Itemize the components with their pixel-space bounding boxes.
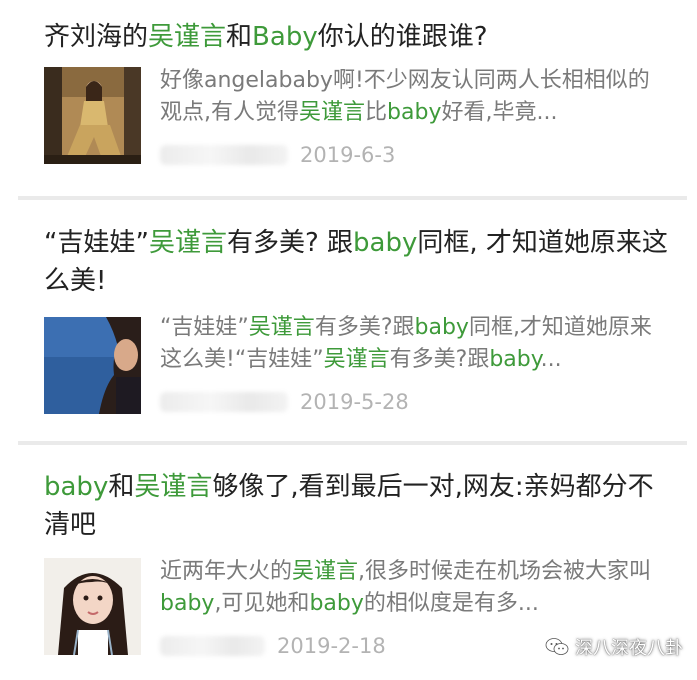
text-segment: 有多美? 跟 <box>226 228 354 258</box>
article-thumbnail[interactable] <box>44 558 141 655</box>
keyword-highlight: baby <box>160 591 215 616</box>
man-portrait-photo-icon <box>44 317 141 414</box>
article-meta: 2019-2-18 <box>160 632 386 660</box>
article-thumbnail[interactable] <box>44 67 141 164</box>
text-segment: 比 <box>365 100 388 125</box>
article-meta: 2019-6-3 <box>160 141 395 169</box>
keyword-highlight: 吴谨言 <box>323 347 390 372</box>
keyword-highlight: baby <box>414 315 469 340</box>
text-segment: 有多美?跟 <box>314 315 415 340</box>
article-date: 2019-6-3 <box>300 143 396 167</box>
text-segment: ... <box>540 347 562 372</box>
text-segment: 齐刘海的 <box>44 22 149 52</box>
blurred-source <box>160 636 265 656</box>
article-date: 2019-5-28 <box>300 390 409 414</box>
watermark-label: 深八深夜八卦 <box>575 638 683 659</box>
keyword-highlight: 吴谨言 <box>148 228 227 258</box>
keyword-highlight: baby <box>387 100 442 125</box>
article-snippet: 好像angelababy啊!不少网友认同两人长相相似的观点,有人觉得吴谨言比ba… <box>160 65 667 129</box>
article-date: 2019-2-18 <box>277 634 386 658</box>
keyword-highlight: 吴谨言 <box>292 559 359 584</box>
text-segment: 和 <box>108 472 135 502</box>
search-results-page: 齐刘海的吴谨言和Baby你认的谁跟谁? 好像angelababy啊!不少网友认同… <box>0 0 697 680</box>
article-card-2[interactable]: “吉娃娃”吴谨言有多美? 跟baby同框, 才知道她原来这么美! “吉娃娃”吴谨… <box>0 200 697 444</box>
blurred-source <box>160 145 288 165</box>
keyword-highlight: 吴谨言 <box>248 315 315 340</box>
article-snippet: “吉娃娃”吴谨言有多美?跟baby同框,才知道她原来这么美!“吉娃娃”吴谨言有多… <box>160 312 667 376</box>
keyword-highlight: 吴谨言 <box>299 100 366 125</box>
text-segment: “吉娃娃” <box>44 228 149 258</box>
watermark: 深八深夜八卦 <box>545 634 683 660</box>
text-segment: 有多美?跟 <box>389 347 490 372</box>
article-meta: 2019-5-28 <box>160 388 409 416</box>
article-snippet: 近两年大火的吴谨言,很多时候走在机场会被大家叫baby,可见她和baby的相似度… <box>160 556 667 620</box>
text-segment: 和 <box>226 22 253 52</box>
blurred-source <box>160 392 288 412</box>
article-thumbnail[interactable] <box>44 317 141 414</box>
text-segment: ,可见她和 <box>214 591 310 616</box>
keyword-highlight: baby <box>44 472 109 502</box>
text-segment: 的相似度是有多... <box>363 591 539 616</box>
keyword-highlight: Baby <box>252 22 318 52</box>
keyword-highlight: baby <box>489 347 541 372</box>
keyword-highlight: 吴谨言 <box>134 472 213 502</box>
keyword-highlight: baby <box>353 228 418 258</box>
text-segment: “吉娃娃” <box>160 315 249 340</box>
text-segment: 近两年大火的 <box>160 559 293 584</box>
woman-sitting-photo-icon <box>44 67 141 164</box>
girl-portrait-photo-icon <box>44 558 141 655</box>
article-title[interactable]: “吉娃娃”吴谨言有多美? 跟baby同框, 才知道她原来这么美! <box>44 224 677 300</box>
wechat-icon <box>545 638 569 655</box>
keyword-highlight: baby <box>309 591 364 616</box>
text-segment: ,很多时候走在机场会被大家叫 <box>358 559 652 584</box>
article-card-1[interactable]: 齐刘海的吴谨言和Baby你认的谁跟谁? 好像angelababy啊!不少网友认同… <box>0 0 697 198</box>
keyword-highlight: 吴谨言 <box>148 22 227 52</box>
text-segment: 你认的谁跟谁? <box>317 22 488 52</box>
text-segment: 好看,毕竟... <box>441 100 558 125</box>
article-title[interactable]: 齐刘海的吴谨言和Baby你认的谁跟谁? <box>44 18 677 56</box>
article-title[interactable]: baby和吴谨言够像了,看到最后一对,网友:亲妈都分不清吧 <box>44 468 677 544</box>
